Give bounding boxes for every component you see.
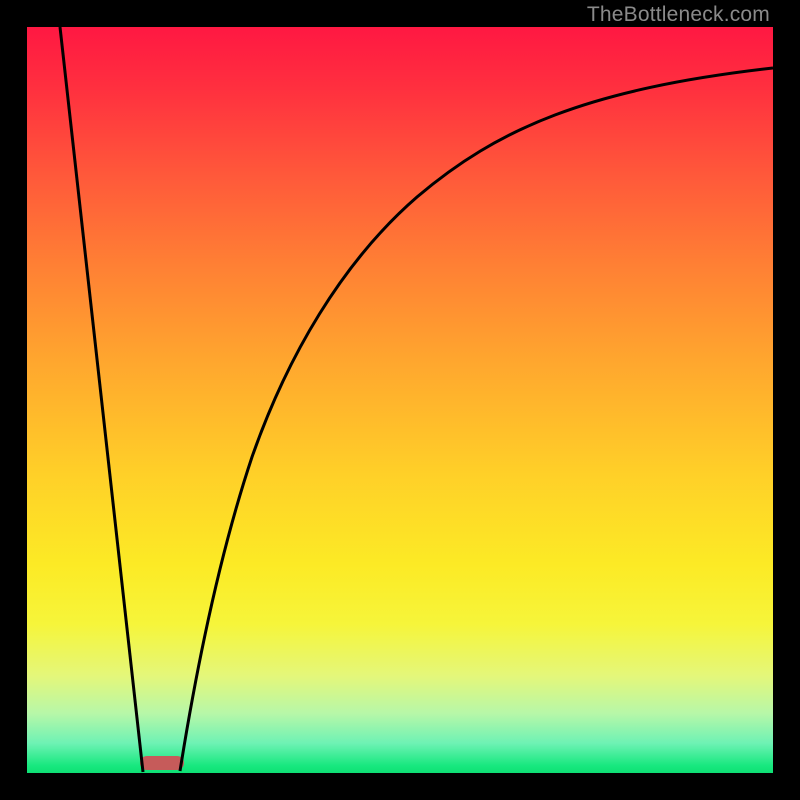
plot-area <box>27 27 773 773</box>
right-curve <box>180 68 773 771</box>
left-line <box>60 27 143 772</box>
chart-container: TheBottleneck.com <box>0 0 800 800</box>
watermark-text: TheBottleneck.com <box>587 3 770 27</box>
curves-layer <box>27 27 773 773</box>
